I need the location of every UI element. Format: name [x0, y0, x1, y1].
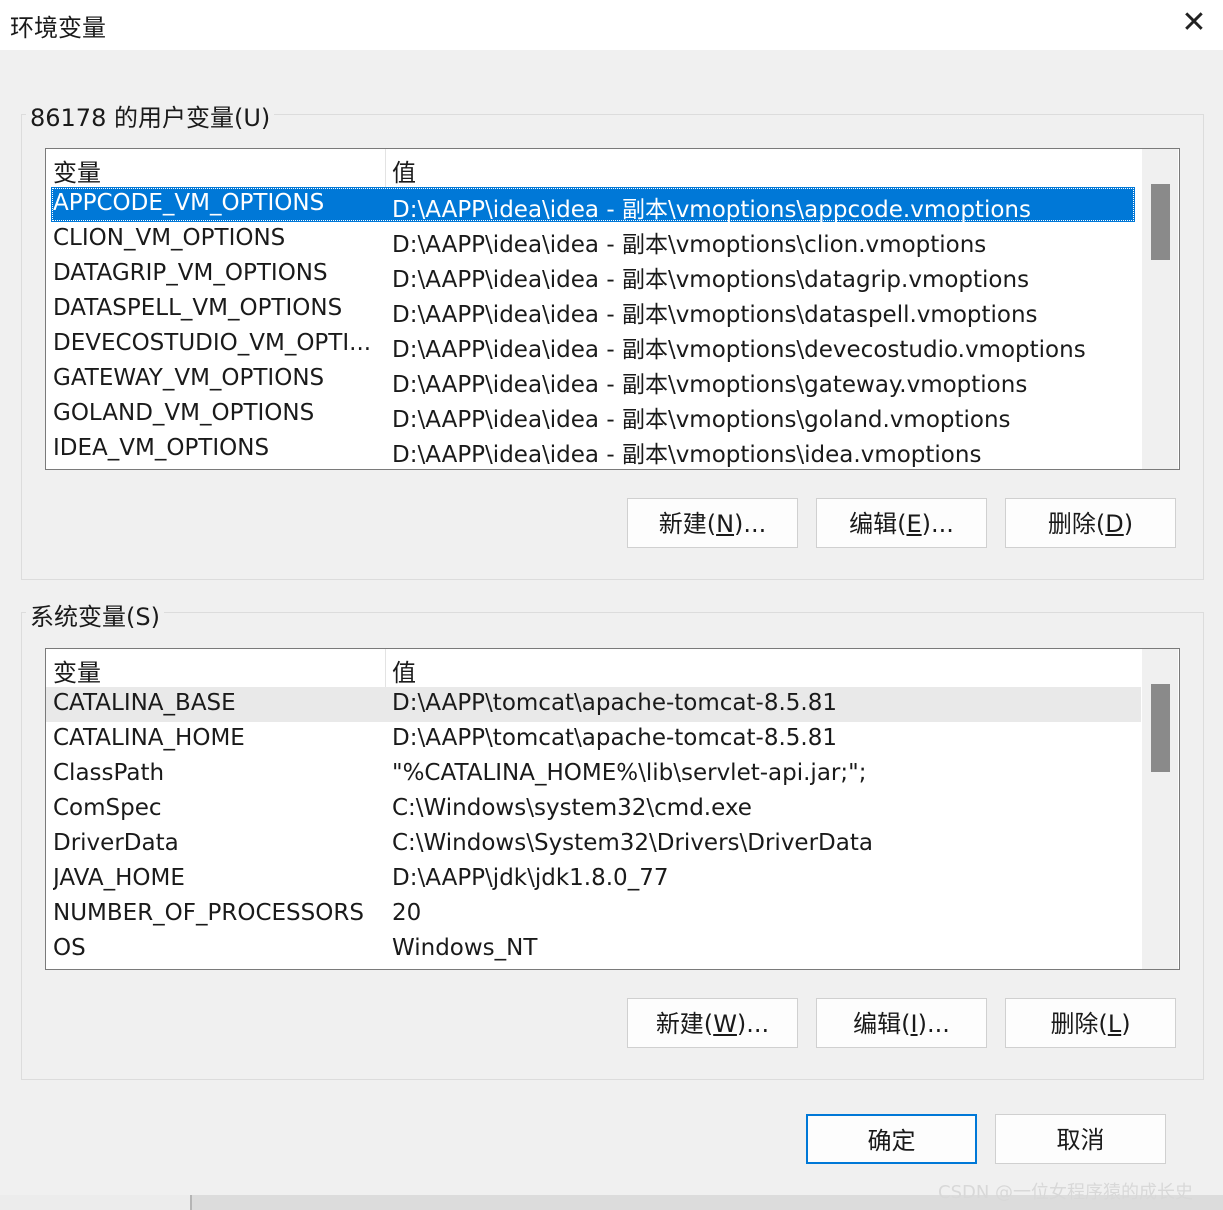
- variable-name: ComSpec: [53, 795, 162, 821]
- system-delete-button[interactable]: 删除(L): [1005, 998, 1176, 1048]
- table-row[interactable]: IDEA_VM_OPTIONS D:\AAPP\idea\idea - 副本\vm…: [46, 432, 1141, 468]
- column-header-value[interactable]: 值: [392, 653, 416, 688]
- variable-value: D:\AAPP\tomcat\apache-tomcat-8.5.81: [392, 690, 837, 716]
- column-header-value[interactable]: 值: [392, 153, 416, 188]
- column-divider[interactable]: [385, 649, 386, 687]
- variable-value: D:\AAPP\jdk\jdk1.8.0_77: [392, 865, 669, 891]
- table-row[interactable]: CLION_VM_OPTIONS D:\AAPP\idea\idea - 副本\v…: [46, 222, 1141, 258]
- variable-value: D:\AAPP\idea\idea - 副本\vmoptions\datagri…: [392, 267, 1030, 293]
- variable-value: D:\AAPP\tomcat\apache-tomcat-8.5.81: [392, 725, 837, 751]
- variable-name: OS: [53, 935, 86, 961]
- variable-name: DriverData: [53, 830, 179, 856]
- table-row[interactable]: ClassPath "%CATALINA_HOME%\lib\servlet-ap…: [46, 757, 1141, 792]
- user-edit-button[interactable]: 编辑(E)...: [816, 498, 987, 548]
- variable-value: D:\AAPP\idea\idea - 副本\vmoptions\appcode…: [392, 197, 1031, 223]
- table-row-hover[interactable]: CATALINA_BASE D:\AAPP\tomcat\apache-tomca…: [46, 687, 1141, 722]
- vertical-scrollbar[interactable]: [1142, 649, 1178, 969]
- variable-value: D:\AAPP\idea\idea - 副本\vmoptions\gateway…: [392, 372, 1028, 398]
- user-variables-legend: 86178 的用户变量(U): [26, 98, 275, 133]
- table-row[interactable]: OS Windows_NT: [46, 932, 1141, 967]
- table-row[interactable]: JAVA_HOME D:\AAPP\jdk\jdk1.8.0_77: [46, 862, 1141, 897]
- window-title: 环境变量: [10, 14, 106, 42]
- system-variables-list[interactable]: 变量 值 CATALINA_BASE D:\AAPP\tomcat\apache-…: [45, 648, 1180, 970]
- variable-name: CATALINA_HOME: [53, 725, 245, 751]
- system-new-button[interactable]: 新建(W)...: [627, 998, 798, 1048]
- variable-name: DATASPELL_VM_OPTIONS: [53, 295, 343, 321]
- variable-name: JAVA_HOME: [53, 865, 185, 891]
- variable-value: D:\AAPP\idea\idea - 副本\vmoptions\clion.v…: [392, 232, 987, 258]
- ok-button[interactable]: 确定: [806, 1114, 977, 1164]
- scrollbar-thumb[interactable]: [1151, 184, 1170, 260]
- close-icon[interactable]: ✕: [1172, 6, 1216, 42]
- variable-value: D:\AAPP\idea\idea - 副本\vmoptions\idea.vm…: [392, 442, 982, 468]
- variable-name: NUMBER_OF_PROCESSORS: [53, 900, 364, 926]
- variable-value: "%CATALINA_HOME%\lib\servlet-api.jar;";: [392, 760, 867, 786]
- column-divider[interactable]: [385, 149, 386, 187]
- variable-value: D:\AAPP\idea\idea - 副本\vmoptions\dataspe…: [392, 302, 1038, 328]
- table-row[interactable]: DEVECOSTUDIO_VM_OPTI... D:\AAPP\idea\idea…: [46, 327, 1141, 363]
- watermark: CSDN @一位女程序猿的成长史: [938, 1182, 1194, 1203]
- dialog-body: 86178 的用户变量(U) 变量 值 APPCODE_VM_OPTIONS D:…: [0, 50, 1223, 1195]
- variable-name: IDEA_VM_OPTIONS: [53, 435, 270, 461]
- variable-value: C:\Windows\System32\Drivers\DriverData: [392, 830, 873, 856]
- variable-name: CLION_VM_OPTIONS: [53, 225, 286, 251]
- system-variables-legend: 系统变量(S): [26, 597, 164, 632]
- column-header-variable[interactable]: 变量: [53, 153, 101, 188]
- system-edit-button[interactable]: 编辑(I)...: [816, 998, 987, 1048]
- table-row-selected[interactable]: APPCODE_VM_OPTIONS D:\AAPP\idea\idea - 副本…: [51, 187, 1135, 223]
- table-row[interactable]: GATEWAY_VM_OPTIONS D:\AAPP\idea\idea - 副本…: [46, 362, 1141, 398]
- variable-value: D:\AAPP\idea\idea - 副本\vmoptions\goland.…: [392, 407, 1011, 433]
- variable-name: DEVECOSTUDIO_VM_OPTI...: [53, 330, 372, 356]
- user-delete-button[interactable]: 删除(D): [1005, 498, 1176, 548]
- cancel-button[interactable]: 取消: [995, 1114, 1166, 1164]
- table-row[interactable]: CATALINA_HOME D:\AAPP\tomcat\apache-tomca…: [46, 722, 1141, 757]
- title-bar: 环境变量 ✕: [0, 0, 1223, 50]
- user-new-button[interactable]: 新建(N)...: [627, 498, 798, 548]
- table-row[interactable]: DATAGRIP_VM_OPTIONS D:\AAPP\idea\idea - 副…: [46, 257, 1141, 293]
- table-row[interactable]: DriverData C:\Windows\System32\Drivers\Dr…: [46, 827, 1141, 862]
- variable-value: Windows_NT: [392, 935, 538, 961]
- variable-value: 20: [392, 900, 422, 926]
- table-row[interactable]: NUMBER_OF_PROCESSORS 20: [46, 897, 1141, 932]
- list-header: 变量 值: [46, 649, 1141, 687]
- table-row[interactable]: DATASPELL_VM_OPTIONS D:\AAPP\idea\idea - …: [46, 292, 1141, 328]
- variable-name: APPCODE_VM_OPTIONS: [53, 190, 325, 216]
- variable-name: ClassPath: [53, 760, 165, 786]
- variable-value: D:\AAPP\idea\idea - 副本\vmoptions\devecos…: [392, 337, 1086, 363]
- variable-name: GATEWAY_VM_OPTIONS: [53, 365, 325, 391]
- scrollbar-thumb[interactable]: [1151, 684, 1170, 772]
- list-header: 变量 值: [46, 149, 1141, 187]
- variable-name: GOLAND_VM_OPTIONS: [53, 400, 315, 426]
- table-row[interactable]: ComSpec C:\Windows\system32\cmd.exe: [46, 792, 1141, 827]
- table-row[interactable]: GOLAND_VM_OPTIONS D:\AAPP\idea\idea - 副本\…: [46, 397, 1141, 433]
- column-header-variable[interactable]: 变量: [53, 653, 101, 688]
- user-variables-list[interactable]: 变量 值 APPCODE_VM_OPTIONS D:\AAPP\idea\idea…: [45, 148, 1180, 470]
- variable-name: CATALINA_BASE: [53, 690, 236, 716]
- variable-name: DATAGRIP_VM_OPTIONS: [53, 260, 328, 286]
- vertical-scrollbar[interactable]: [1142, 149, 1178, 469]
- variable-value: C:\Windows\system32\cmd.exe: [392, 795, 752, 821]
